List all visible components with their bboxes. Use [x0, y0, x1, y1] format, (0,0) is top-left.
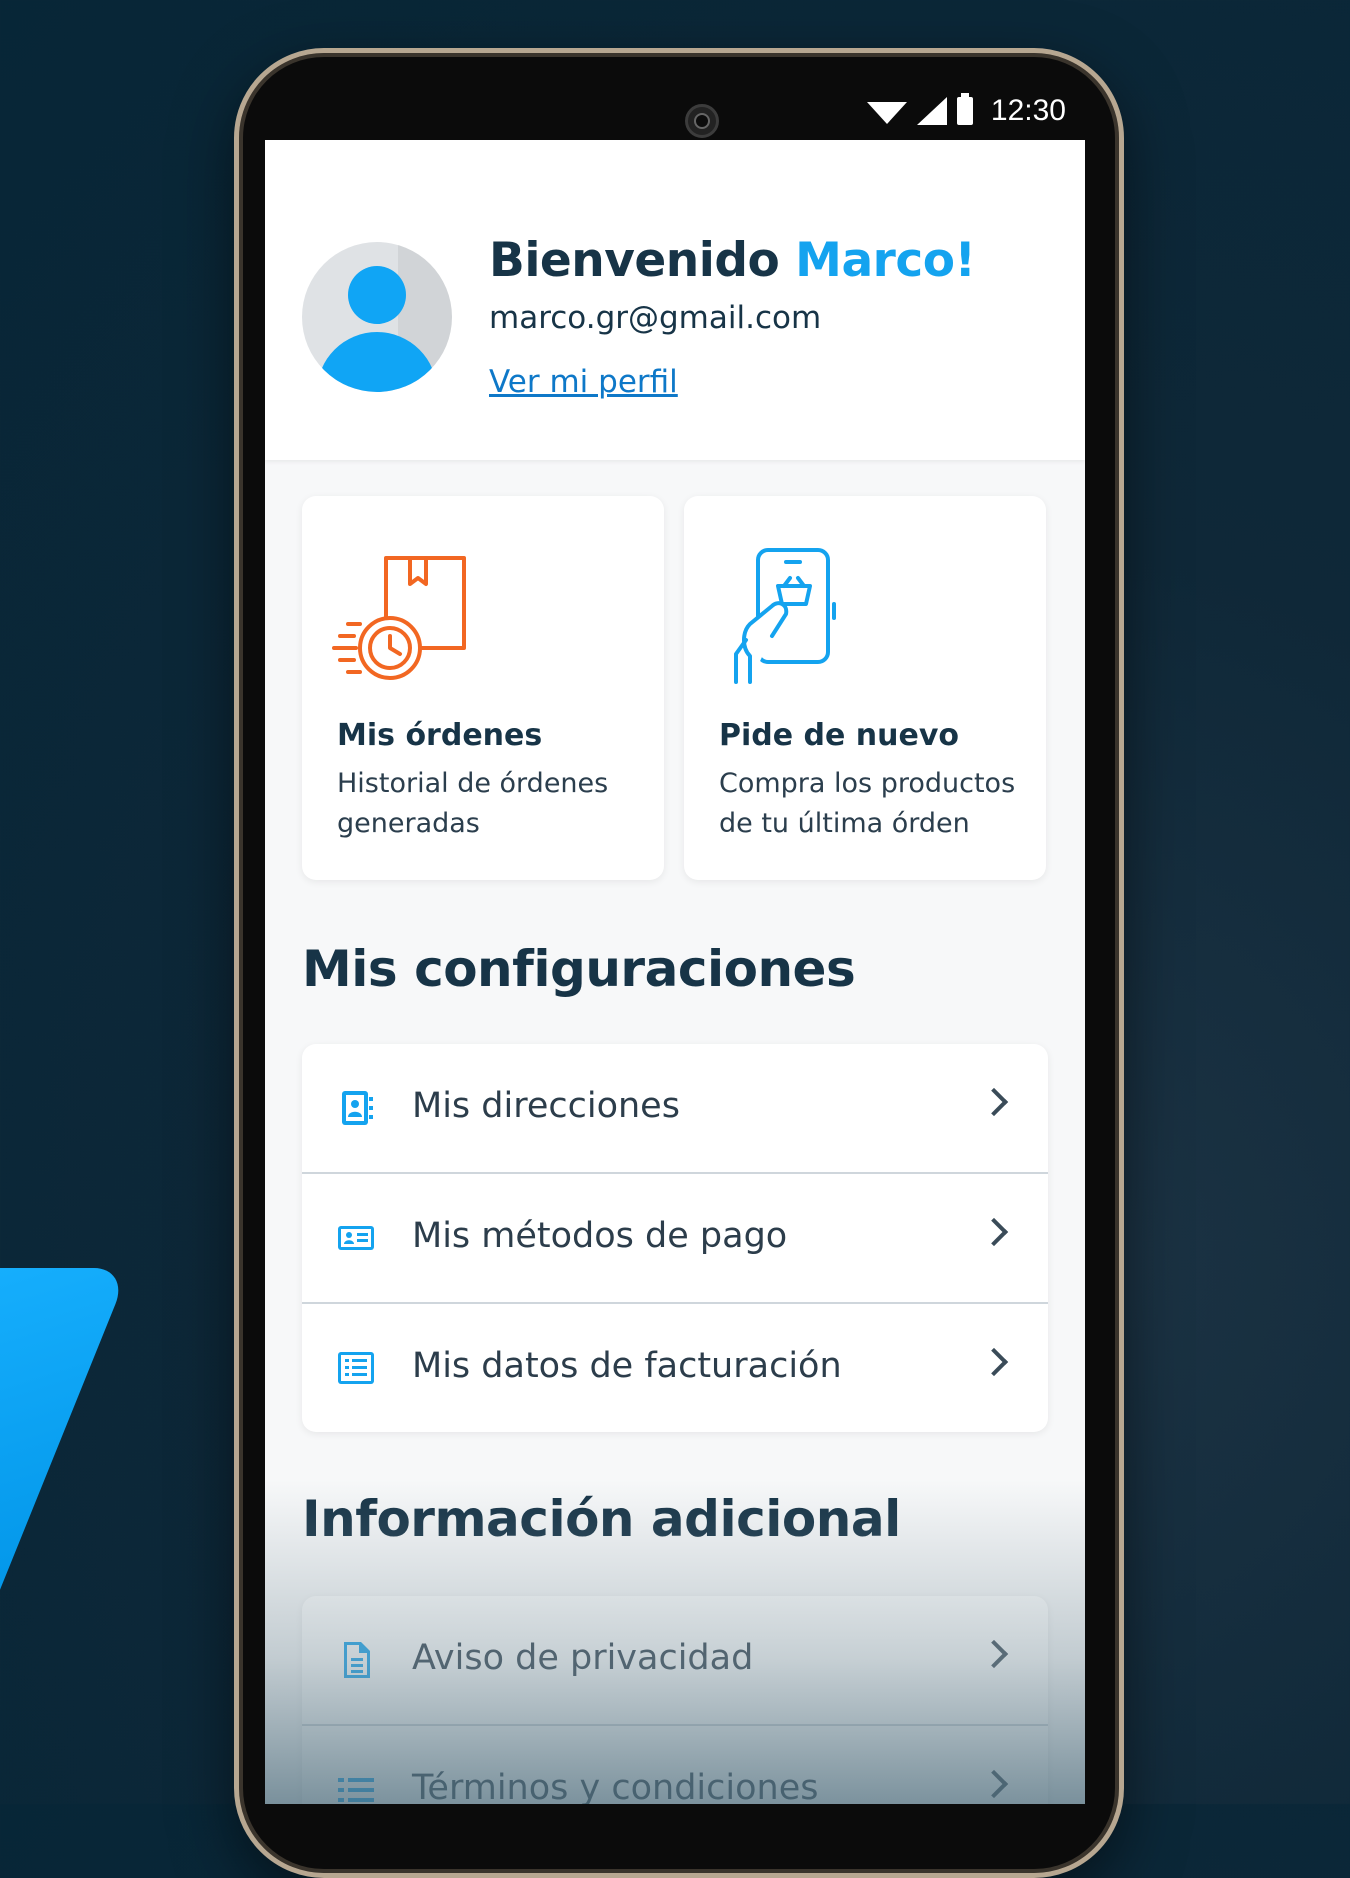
address-book-icon: [342, 1091, 373, 1125]
list-item-label: Mis datos de facturación: [412, 1346, 842, 1386]
chevron-right-icon: [979, 1217, 1009, 1247]
orders-card-title: Mis órdenes: [337, 718, 543, 753]
status-icons: 12:30: [866, 93, 1066, 128]
user-name: Marco!: [795, 233, 976, 288]
list-item-privacy[interactable]: Aviso de privacidad: [302, 1596, 1048, 1726]
view-profile-link[interactable]: Ver mi perfil: [489, 364, 678, 400]
app-screen: Bienvenido Marco! marco.gr@gmail.com Ver…: [265, 140, 1085, 1804]
payment-card-icon: [338, 1226, 374, 1250]
chevron-right-icon: [979, 1639, 1009, 1669]
user-email: marco.gr@gmail.com: [489, 300, 822, 336]
welcome-title: Bienvenido Marco!: [489, 233, 976, 288]
status-time: 12:30: [990, 94, 1066, 127]
additional-info-section-title: Información adicional: [302, 1490, 901, 1548]
reorder-card[interactable]: Pide de nuevo Compra los productos de tu…: [684, 496, 1046, 880]
decorative-blue-shape: [0, 1268, 130, 1658]
wifi-icon: [866, 102, 907, 124]
billing-list-icon: [338, 1352, 374, 1384]
list-item-addresses[interactable]: Mis direcciones: [302, 1044, 1048, 1174]
list-item-label: Términos y condiciones: [412, 1768, 819, 1804]
reorder-card-title: Pide de nuevo: [719, 718, 960, 753]
avatar[interactable]: [302, 242, 452, 392]
orders-card[interactable]: Mis órdenes Historial de órdenes generad…: [302, 496, 664, 880]
settings-list: Mis direcciones Mis métodos de pago Mis …: [302, 1044, 1048, 1432]
avatar-head: [348, 266, 406, 324]
orders-card-description: Historial de órdenes generadas: [337, 768, 609, 839]
list-item-label: Mis direcciones: [412, 1086, 680, 1126]
list-item-billing[interactable]: Mis datos de facturación: [302, 1304, 1048, 1432]
chevron-right-icon: [979, 1087, 1009, 1117]
settings-section-title: Mis configuraciones: [302, 940, 856, 998]
list-item-terms[interactable]: Términos y condiciones: [302, 1726, 1048, 1804]
reorder-card-description: Compra los productos de tu última órden: [719, 768, 1016, 839]
status-bar: 12:30: [264, 86, 1084, 140]
chevron-right-icon: [979, 1347, 1009, 1377]
greeting-text: Bienvenido: [489, 233, 780, 288]
list-item-label: Aviso de privacidad: [412, 1638, 754, 1678]
front-camera: [685, 104, 719, 138]
signal-icon: [916, 97, 947, 125]
list-item-label: Mis métodos de pago: [412, 1216, 788, 1256]
additional-info-list: Aviso de privacidad Términos y condicion…: [302, 1596, 1048, 1804]
list-item-payment-methods[interactable]: Mis métodos de pago: [302, 1174, 1048, 1304]
delivery-box-clock-icon: [332, 556, 466, 680]
phone-basket-icon: [734, 548, 836, 684]
profile-header: Bienvenido Marco! marco.gr@gmail.com Ver…: [265, 140, 1085, 460]
chevron-right-icon: [979, 1769, 1009, 1799]
battery-icon: [956, 93, 973, 125]
document-icon: [344, 1642, 370, 1678]
list-icon: [338, 1778, 374, 1802]
